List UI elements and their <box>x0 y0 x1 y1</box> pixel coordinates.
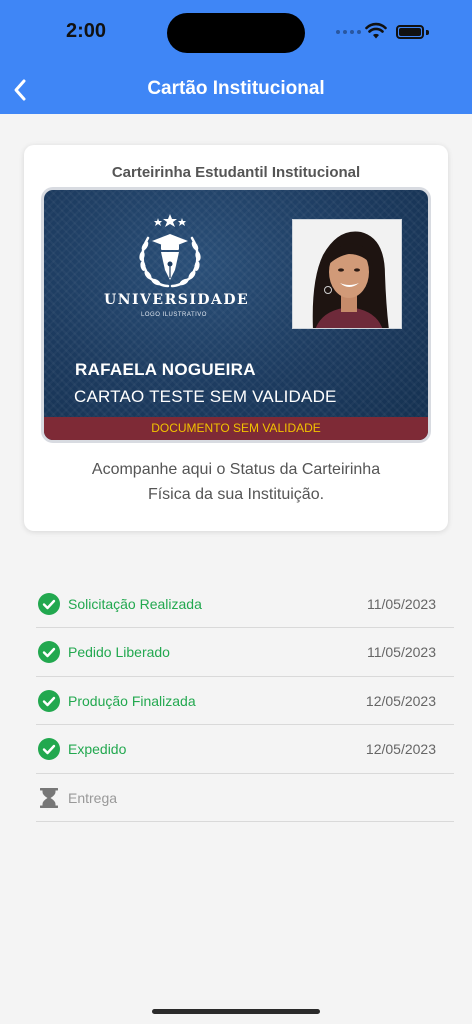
holder-name: RAFAELA NOGUEIRA <box>75 360 256 379</box>
wifi-icon <box>365 22 387 39</box>
signal-icon <box>336 30 361 34</box>
step-date: 12/05/2023 <box>365 692 436 709</box>
student-card-panel: Carteirinha Estudantil Institucional UNI… <box>24 145 448 531</box>
check-circle-icon <box>38 641 60 664</box>
step-label: Entrega <box>68 789 118 806</box>
status-timeline: Solicitação Realizada 11/05/2023 Pedido … <box>36 580 454 822</box>
app-header: 2:00 Cartão Institucional <box>0 0 472 114</box>
timeline-step-producao: Produção Finalizada 12/05/2023 <box>36 677 454 726</box>
step-label: Pedido Liberado <box>68 644 170 661</box>
page-title: Cartão Institucional <box>147 78 325 99</box>
validity-notice: DOCUMENTO SEM VALIDADE <box>44 417 428 440</box>
hourglass-icon <box>40 787 58 808</box>
student-photo <box>292 219 402 329</box>
step-label: Solicitação Realizada <box>68 596 202 612</box>
check-circle-icon <box>38 689 60 712</box>
institution-name: UNIVERSIDADE <box>104 292 250 308</box>
card-description-line-1: Acompanhe aqui o Status da Carteirinha <box>91 461 381 478</box>
card-description: Acompanhe aqui o Status da Carteirinha F… <box>24 457 448 507</box>
card-panel-title: Carteirinha Estudantil Institucional <box>111 164 361 181</box>
timeline-step-solicitacao: Solicitação Realizada 11/05/2023 <box>36 580 454 629</box>
status-time: 2:00 <box>66 20 107 42</box>
battery-icon <box>396 25 424 39</box>
dynamic-island <box>167 13 305 53</box>
home-indicator[interactable] <box>152 1009 320 1014</box>
check-circle-icon <box>38 738 60 761</box>
card-description-line-2: Física da sua Instituição. <box>147 486 325 503</box>
holder-subtitle: CARTAO TESTE SEM VALIDADE <box>74 387 337 406</box>
step-label: Produção Finalizada <box>68 692 196 709</box>
timeline-step-entrega: Entrega <box>36 774 454 822</box>
institution-subtitle: LOGO ILUSTRATIVO <box>141 312 207 318</box>
timeline-step-expedido: Expedido 12/05/2023 <box>36 725 454 774</box>
student-id-card: UNIVERSIDADE LOGO ILUSTRATIVO RAFAELA NO… <box>41 187 431 443</box>
step-label: Expedido <box>68 741 127 758</box>
step-date: 12/05/2023 <box>365 741 436 758</box>
step-date: 11/05/2023 <box>366 596 436 612</box>
step-date: 11/05/2023 <box>366 644 436 661</box>
check-circle-icon <box>38 593 60 615</box>
timeline-step-pedido: Pedido Liberado 11/05/2023 <box>36 628 454 677</box>
